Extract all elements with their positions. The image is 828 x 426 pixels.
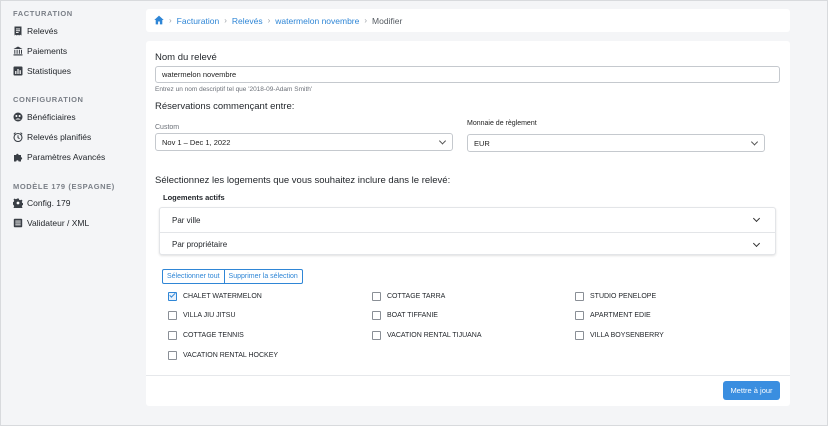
chevron-down-icon: [438, 137, 447, 145]
statement-name-input[interactable]: watermelon novembre: [155, 66, 780, 83]
receipt-icon: [13, 26, 23, 36]
property-checkbox[interactable]: STUDIO PENELOPE: [575, 290, 656, 302]
select-all-button[interactable]: Sélectionner tout: [162, 269, 225, 284]
sidebar-item-label: Relevés planifiés: [27, 132, 92, 142]
property-checkbox[interactable]: VILLA BOYSENBERRY: [575, 329, 664, 341]
checkbox-box: [372, 310, 381, 320]
property-name: APARTMENT EDIE: [590, 311, 651, 319]
accordion-label: Par ville: [172, 215, 201, 225]
app-window: FACTURATION Relevés Paiements Statistiqu…: [0, 0, 828, 426]
property-name: BOAT TIFFANIE: [387, 311, 438, 319]
date-range-value: Nov 1 – Dec 1, 2022: [162, 137, 231, 147]
property-name: STUDIO PENELOPE: [590, 292, 657, 300]
puzzle-icon: [13, 152, 23, 162]
sidebar-item-statistiques[interactable]: Statistiques: [13, 63, 71, 79]
update-button[interactable]: Mettre à jour: [723, 381, 780, 400]
property-checkbox[interactable]: VACATION RENTAL HOCKEY: [168, 349, 278, 361]
checkbox-box: [575, 330, 584, 340]
property-name: VACATION RENTAL TIJUANA: [387, 331, 482, 339]
sidebar-item-label: Paramètres Avancés: [27, 152, 106, 162]
breadcrumb-link-releves[interactable]: Relevés: [232, 16, 263, 26]
sidebar-section-title: MODÈLE 179 (ESPAGNE): [13, 182, 115, 191]
chevron-right-icon: ›: [224, 16, 227, 25]
name-help-text: Entrez un nom descriptif tel que '2018-0…: [155, 86, 313, 93]
property-checkbox[interactable]: VILLA JIU JITSU: [168, 309, 236, 321]
checkbox-box: [372, 330, 381, 340]
properties-label: Sélectionnez les logements que vous souh…: [155, 175, 451, 186]
sidebar-item-label: Validateur / XML: [27, 218, 90, 228]
property-checkbox[interactable]: BOAT TIFFANIE: [372, 309, 438, 321]
accordion-by-owner[interactable]: Par propriétaire: [160, 232, 775, 256]
sidebar-item-label: Relevés: [27, 26, 58, 36]
chart-icon: [13, 66, 23, 76]
range-label: Custom: [155, 124, 180, 131]
gear-icon: [13, 198, 23, 208]
sidebar-item-label: Paiements: [27, 46, 68, 56]
checkbox-box: [372, 291, 381, 301]
breadcrumb-link-statement[interactable]: watermelon novembre: [275, 16, 359, 26]
home-icon[interactable]: [154, 15, 164, 27]
checkbox-box: [168, 291, 177, 301]
sidebar-item-config-179[interactable]: Config. 179: [13, 195, 70, 211]
chevron-right-icon: ›: [267, 16, 271, 25]
checkbox-box: [575, 291, 584, 301]
property-checkbox[interactable]: VACATION RENTAL TIJUANA: [372, 329, 482, 341]
sidebar-section-title: CONFIGURATION: [13, 95, 84, 104]
sidebar-item-label: Config. 179: [27, 198, 71, 208]
property-name: CHALET WATERMELON: [183, 292, 262, 300]
sidebar-item-label: Bénéficiaires: [27, 112, 76, 122]
name-label: Nom du relevé: [155, 52, 217, 63]
sidebar-item-label: Statistiques: [27, 66, 71, 76]
property-checkbox[interactable]: COTTAGE TENNIS: [168, 329, 244, 341]
property-checkbox[interactable]: APARTMENT EDIE: [575, 309, 651, 321]
clock-icon: [13, 132, 23, 142]
checkbox-box: [168, 350, 177, 360]
sidebar-item-releves-planifies[interactable]: Relevés planifiés: [13, 129, 91, 145]
clear-selection-button[interactable]: Supprimer la sélection: [224, 269, 303, 284]
property-checkbox[interactable]: COTTAGE TARRA: [372, 290, 445, 302]
property-name: COTTAGE TARRA: [387, 292, 446, 300]
document-icon: [13, 218, 23, 228]
property-name: VACATION RENTAL HOCKEY: [183, 351, 279, 359]
sidebar-item-paiements[interactable]: Paiements: [13, 43, 67, 59]
reservations-label: Réservations commençant entre:: [155, 101, 295, 112]
property-name: VILLA BOYSENBERRY: [590, 331, 664, 339]
statement-form-card: Nom du relevé watermelon novembre Entrez…: [146, 41, 790, 406]
checkbox-box: [168, 330, 177, 340]
sidebar-section-title: FACTURATION: [13, 9, 73, 18]
users-icon: [13, 112, 23, 122]
breadcrumb: › Facturation › Relevés › watermelon nov…: [146, 9, 790, 32]
currency-select[interactable]: EUR: [467, 134, 765, 152]
bank-icon: [13, 46, 23, 56]
properties-accordion: Par ville Par propriétaire: [159, 207, 776, 255]
accordion-label: Par propriétaire: [172, 240, 228, 249]
sidebar: FACTURATION Relevés Paiements Statistiqu…: [1, 1, 137, 426]
sidebar-item-validateur-xml[interactable]: Validateur / XML: [13, 215, 89, 231]
sidebar-item-releves[interactable]: Relevés: [13, 23, 58, 39]
property-checkbox[interactable]: CHALET WATERMELON: [168, 290, 262, 302]
active-properties-label: Logements actifs: [163, 193, 225, 202]
selection-button-group: Sélectionner tout Supprimer la sélection: [162, 269, 303, 284]
property-name: VILLA JIU JITSU: [183, 311, 236, 319]
chevron-down-icon: [752, 214, 761, 223]
currency-value: EUR: [474, 138, 490, 148]
footer-divider: [146, 375, 790, 376]
breadcrumb-current: Modifier: [372, 15, 403, 26]
sidebar-item-parametres-avances[interactable]: Paramètres Avancés: [13, 149, 105, 165]
chevron-down-icon: [750, 138, 759, 146]
chevron-down-icon: [752, 239, 761, 248]
chevron-right-icon: ›: [364, 16, 368, 25]
sidebar-item-beneficiaires[interactable]: Bénéficiaires: [13, 109, 76, 125]
breadcrumb-link-facturation[interactable]: Facturation: [177, 16, 220, 26]
date-range-select[interactable]: Nov 1 – Dec 1, 2022: [155, 133, 453, 151]
chevron-right-icon: ›: [169, 16, 172, 25]
accordion-by-city[interactable]: Par ville: [160, 208, 775, 232]
checkbox-box: [575, 310, 584, 320]
currency-label: Monnaie de règlement: [467, 120, 537, 127]
property-name: COTTAGE TENNIS: [183, 331, 244, 339]
checkbox-box: [168, 310, 177, 320]
